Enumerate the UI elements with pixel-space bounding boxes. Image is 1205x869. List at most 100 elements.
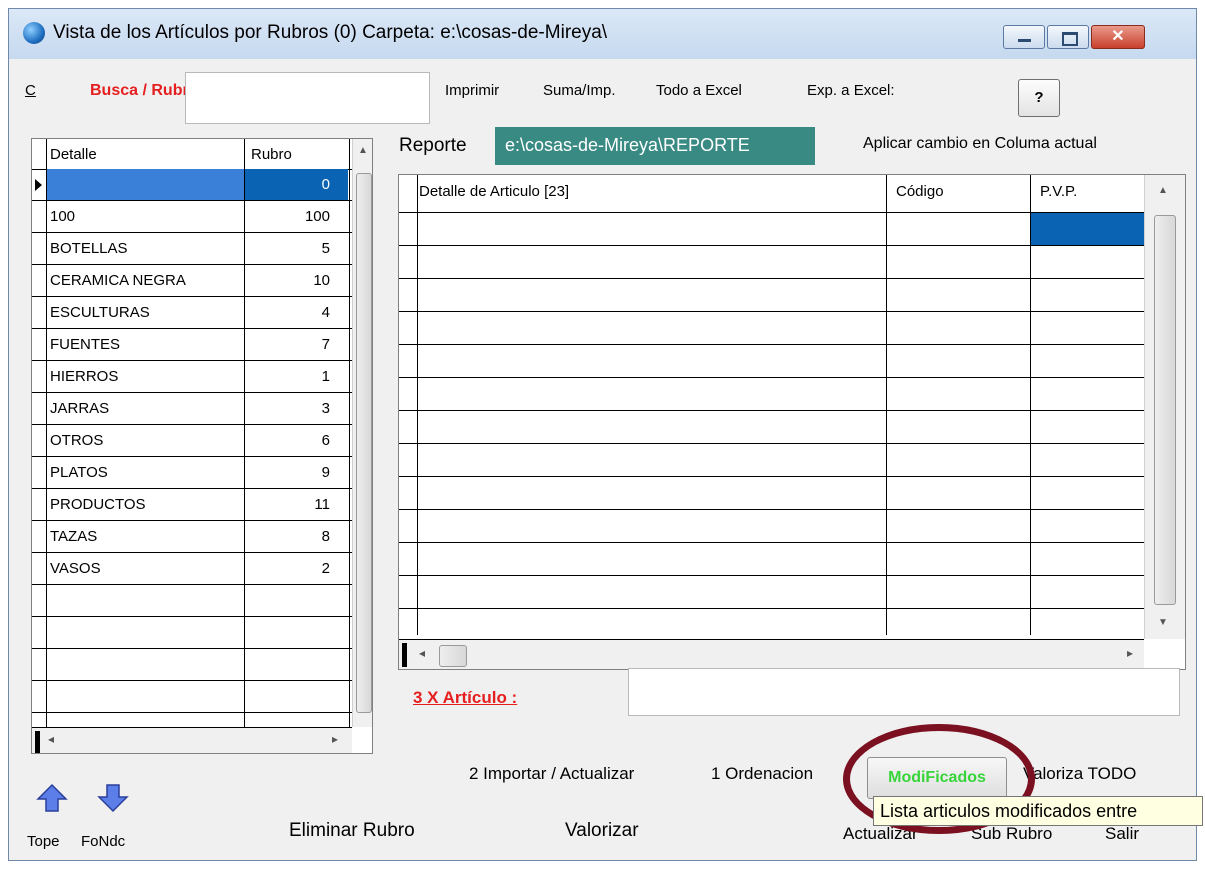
- column-header-pvp[interactable]: P.V.P.: [1040, 183, 1077, 200]
- table-row[interactable]: ESCULTURAS 4: [32, 297, 352, 329]
- table-row[interactable]: OTROS 6: [32, 425, 352, 457]
- rubro-detalle: TAZAS: [50, 528, 98, 545]
- table-row[interactable]: TAZAS 8: [32, 521, 352, 553]
- table-row: [399, 608, 1144, 609]
- todo-a-excel-button[interactable]: Todo a Excel: [656, 82, 742, 99]
- reporte-path-field[interactable]: e:\cosas-de-Mireya\REPORTE: [495, 127, 815, 165]
- rubro-number: 0: [321, 176, 330, 193]
- table-row[interactable]: FUENTES 7: [32, 329, 352, 361]
- actualizar-button[interactable]: Actualizar: [843, 824, 918, 844]
- rubro-detalle: CERAMICA NEGRA: [50, 272, 186, 289]
- table-row[interactable]: JARRAS 3: [32, 393, 352, 425]
- articulos-vertical-scrollbar[interactable]: ▲ ▼: [1144, 175, 1185, 639]
- table-row[interactable]: VASOS 2: [32, 553, 352, 585]
- grid-col-divider: [886, 175, 887, 635]
- table-row: [399, 443, 1144, 444]
- valorizar-button[interactable]: Valorizar: [565, 820, 639, 842]
- rubros-vertical-scrollbar[interactable]: ▲: [352, 139, 372, 727]
- scroll-up-icon[interactable]: ▲: [1158, 185, 1168, 196]
- minimize-icon: [1018, 39, 1031, 42]
- table-row[interactable]: CERAMICA NEGRA 10: [32, 265, 352, 297]
- ordenacion-button[interactable]: 1 Ordenacion: [711, 764, 813, 784]
- rubro-detalle: ESCULTURAS: [50, 304, 150, 321]
- help-button[interactable]: ?: [1018, 79, 1060, 117]
- table-row[interactable]: BOTELLAS 5: [32, 233, 352, 265]
- modificados-button[interactable]: ModiFicados: [867, 757, 1007, 799]
- table-row: [399, 542, 1144, 543]
- column-header-detalle-articulo[interactable]: Detalle de Articulo [23]: [419, 183, 569, 200]
- suma-imp-button[interactable]: Suma/Imp.: [543, 82, 616, 99]
- rubro-number: 9: [321, 464, 330, 481]
- table-row: [399, 509, 1144, 510]
- exp-a-excel-button[interactable]: Exp. a Excel:: [807, 82, 895, 99]
- search-input[interactable]: [185, 72, 430, 124]
- rubros-grid[interactable]: Detalle Rubro 0 100 100 BOTELLAS 5 CERAMICA N…: [31, 138, 373, 754]
- x-articulo-label: 3 X Artículo :: [413, 688, 517, 708]
- rubro-number: 3: [321, 400, 330, 417]
- scroll-left-icon[interactable]: ◂: [48, 732, 54, 746]
- rubro-detalle: PLATOS: [50, 464, 108, 481]
- table-row[interactable]: PLATOS 9: [32, 457, 352, 489]
- maximize-button[interactable]: [1047, 25, 1089, 49]
- selected-cell[interactable]: [1031, 212, 1144, 245]
- table-row: [399, 278, 1144, 279]
- current-row-icon: [35, 179, 42, 191]
- table-row[interactable]: HIERROS 1: [32, 361, 352, 393]
- table-row[interactable]: [32, 585, 352, 617]
- table-row[interactable]: [32, 617, 352, 649]
- x-articulo-label-text: 3 X Artículo :: [413, 688, 518, 707]
- imprimir-button[interactable]: Imprimir: [445, 82, 499, 99]
- table-row[interactable]: PRODUCTOS 11: [32, 489, 352, 521]
- table-row: [399, 212, 1144, 213]
- maximize-icon: [1062, 32, 1078, 46]
- x-articulo-input[interactable]: [628, 668, 1180, 716]
- table-row: [399, 311, 1144, 312]
- grid-col-divider: [417, 175, 418, 635]
- table-row[interactable]: [32, 681, 352, 713]
- valoriza-todo-button[interactable]: Valoriza TODO: [1023, 764, 1136, 784]
- rubro-number: 7: [321, 336, 330, 353]
- selected-value-cell[interactable]: [245, 169, 348, 200]
- close-button[interactable]: ✕: [1091, 25, 1145, 49]
- table-row[interactable]: 0: [32, 169, 352, 201]
- eliminar-rubro-button[interactable]: Eliminar Rubro: [289, 820, 415, 842]
- scroll-thumb[interactable]: [356, 173, 372, 713]
- minimize-button[interactable]: [1003, 25, 1045, 49]
- table-row: [399, 476, 1144, 477]
- tope-arrow-icon[interactable]: [34, 781, 70, 817]
- aplicar-cambio-button[interactable]: Aplicar cambio en Columa actual: [863, 135, 1097, 153]
- scroll-thumb[interactable]: [1154, 215, 1176, 605]
- rubro-number: 100: [304, 208, 330, 225]
- salir-button[interactable]: Salir: [1105, 824, 1139, 844]
- table-row[interactable]: [32, 649, 352, 681]
- main-window: Vista de los Artículos por Rubros (0) Ca…: [8, 8, 1197, 861]
- articulos-grid[interactable]: Detalle de Articulo [23] Código P.V.P. ▲…: [398, 174, 1186, 670]
- sub-rubro-button[interactable]: Sub Rubro: [971, 824, 1052, 844]
- app-globe-icon: [23, 22, 45, 44]
- articulos-horizontal-scrollbar[interactable]: ◂ ▸: [399, 639, 1144, 669]
- importar-actualizar-button[interactable]: 2 Importar / Actualizar: [469, 764, 634, 784]
- rubros-horizontal-scrollbar[interactable]: ◂ ▸: [32, 727, 352, 753]
- scroll-left-icon[interactable]: ◂: [419, 646, 425, 660]
- scroll-up-icon[interactable]: ▲: [358, 145, 368, 156]
- c-button[interactable]: C: [25, 82, 36, 99]
- scroll-right-icon[interactable]: ▸: [1127, 646, 1133, 660]
- scroll-right-icon[interactable]: ▸: [332, 732, 338, 746]
- rubro-number: 6: [321, 432, 330, 449]
- selected-name-cell[interactable]: [47, 169, 244, 200]
- title-bar: Vista de los Artículos por Rubros (0) Ca…: [9, 9, 1196, 59]
- h-scroll-thumb[interactable]: [439, 645, 467, 667]
- fondo-button[interactable]: FoNdc: [81, 833, 125, 850]
- scroll-down-icon[interactable]: ▼: [1158, 617, 1168, 628]
- column-header-codigo[interactable]: Código: [896, 183, 944, 200]
- table-row[interactable]: 100 100: [32, 201, 352, 233]
- rubro-number: 4: [321, 304, 330, 321]
- window-title: Vista de los Artículos por Rubros (0) Ca…: [53, 22, 608, 43]
- rubro-detalle: JARRAS: [50, 400, 110, 417]
- close-icon: ✕: [1111, 28, 1125, 45]
- fondo-arrow-icon[interactable]: [95, 779, 131, 815]
- table-row: [399, 344, 1144, 345]
- tooltip: Lista articulos modificados entre: [873, 796, 1203, 826]
- reporte-path-value: e:\cosas-de-Mireya\REPORTE: [505, 135, 750, 155]
- tope-button[interactable]: Tope: [27, 833, 60, 850]
